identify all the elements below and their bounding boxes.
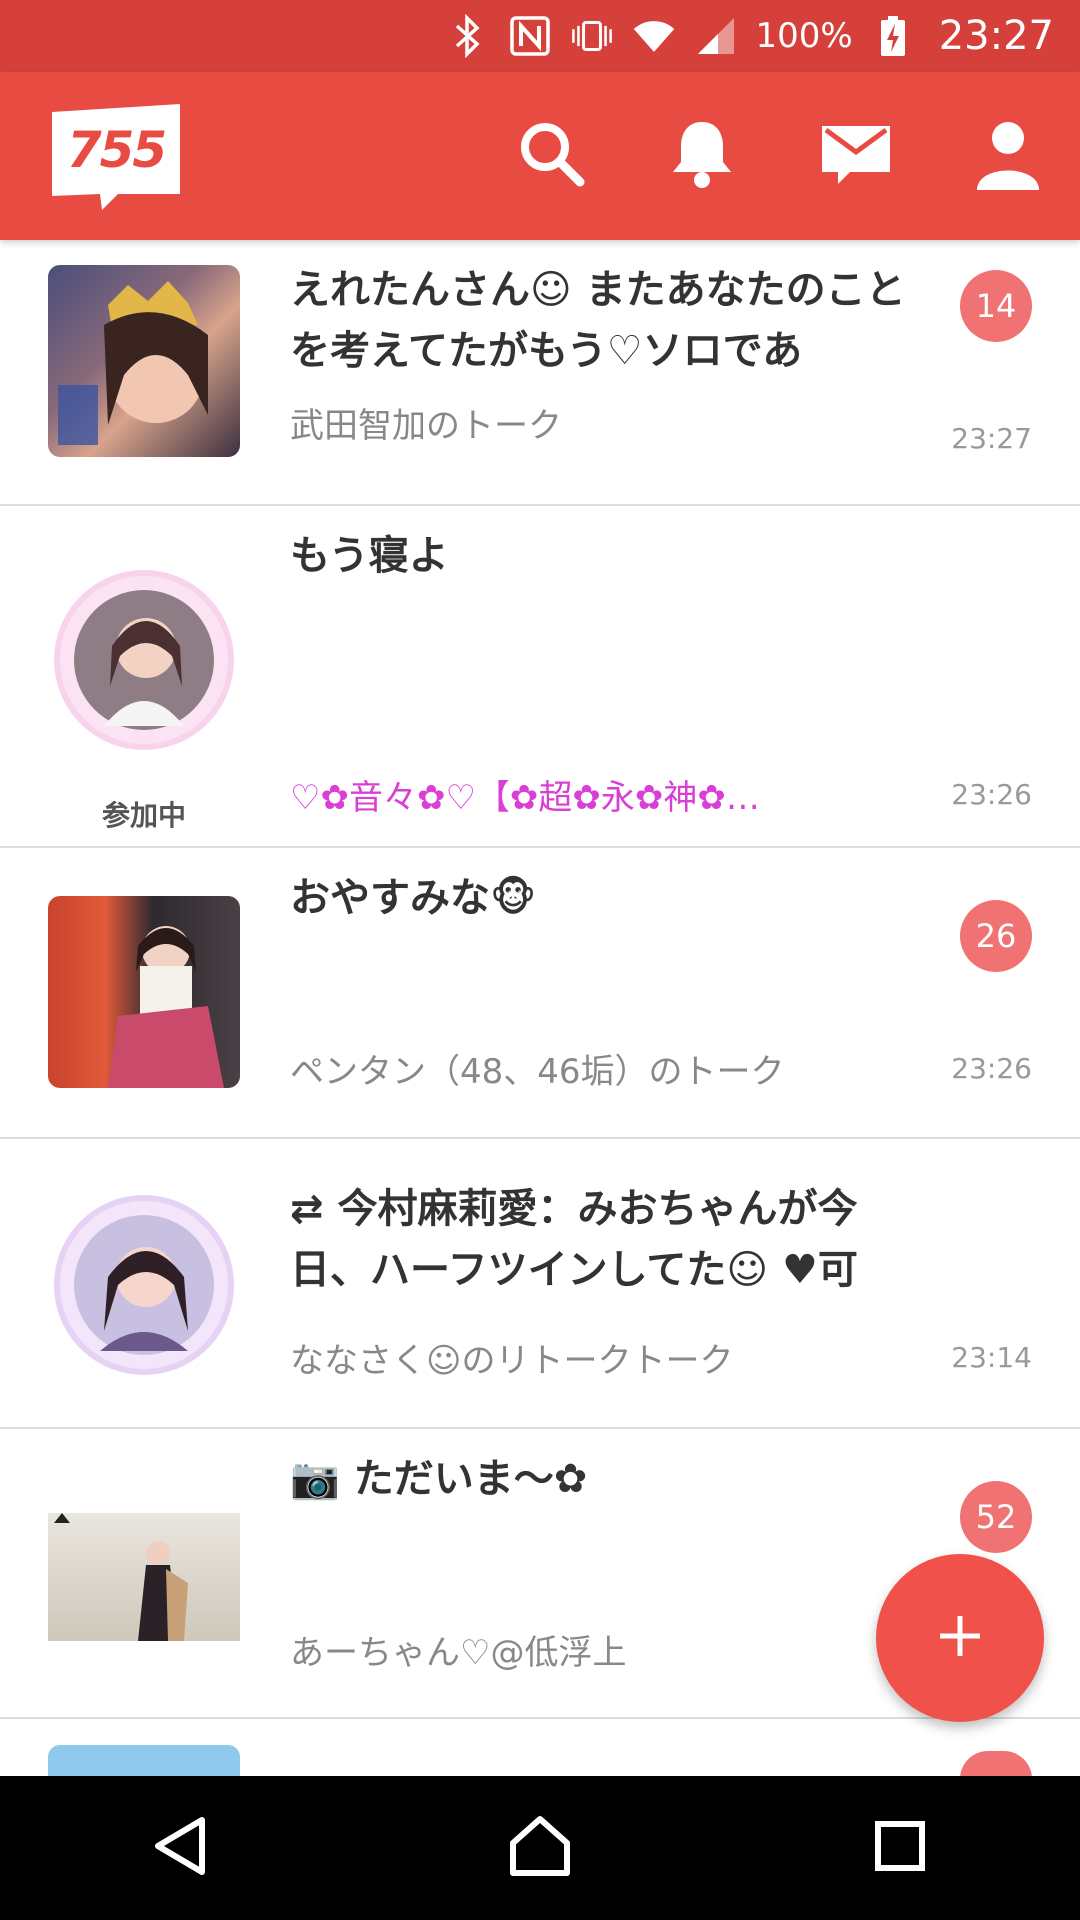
talk-subtitle: あーちゃん♡@低浮上 <box>290 1633 627 1673</box>
talk-thumbnail <box>48 1513 240 1641</box>
talk-title: ⇄ 今村麻莉愛：みおちゃんが今日、ハーフツインしてた☺ ♥可 <box>290 1186 858 1293</box>
talk-subtitle: 武田智加のトーク <box>290 406 562 446</box>
logo-text: 755 <box>66 121 167 179</box>
home-icon <box>509 1815 571 1881</box>
talk-thumbnail <box>48 1745 240 1779</box>
talk-thumbnail <box>48 265 240 457</box>
status-clock: 23:27 <box>938 13 1054 59</box>
profile-button[interactable] <box>968 116 1048 196</box>
talk-title: おやすみな🐵 <box>290 875 537 921</box>
system-nav-bar <box>0 1776 1080 1920</box>
back-icon <box>152 1816 208 1880</box>
battery-percent: 100% <box>755 16 853 56</box>
talk-title: えれたんさん☺ またあなたのことを考えてたがもう♡ソロであ <box>290 267 906 374</box>
unread-badge: 14 <box>960 270 1032 342</box>
home-button[interactable] <box>490 1798 590 1898</box>
vibrate-icon <box>570 14 614 58</box>
signal-icon <box>694 14 738 58</box>
status-bar: 100% 23:27 <box>0 0 1080 72</box>
mail-icon <box>820 122 892 190</box>
unread-badge: 52 <box>960 1481 1032 1553</box>
talk-subtitle: ななさく☺のリトークトーク <box>290 1341 734 1381</box>
list-item[interactable]: ⇄ 今村麻莉愛：みおちゃんが今日、ハーフツインしてた☺ ♥可 ななさく☺のリトー… <box>0 1139 1080 1429</box>
battery-charging-icon <box>871 14 915 58</box>
nfc-icon <box>508 14 552 58</box>
search-button[interactable] <box>512 116 592 196</box>
unread-badge <box>960 1751 1032 1779</box>
list-item[interactable]: おやすみな🐵 ペンタン（48、46垢）のトーク 26 23:26 <box>0 848 1080 1139</box>
talk-subtitle: ♡✿音々✿♡【✿超✿永✿神✿… <box>290 778 760 818</box>
talk-time: 23:14 <box>951 1341 1032 1374</box>
messages-button[interactable] <box>816 116 896 196</box>
talk-subtitle: ペンタン（48、46垢）のトーク <box>290 1052 785 1092</box>
wifi-icon <box>632 14 676 58</box>
profile-icon <box>973 118 1043 194</box>
back-button[interactable] <box>130 1798 230 1898</box>
app-logo[interactable]: 755 <box>48 104 184 212</box>
talk-time: 23:26 <box>951 778 1032 811</box>
plus-icon <box>938 1614 982 1662</box>
recents-icon <box>874 1820 926 1876</box>
talk-title: 📷 ただいま〜✿ <box>290 1456 588 1502</box>
talk-time: 23:27 <box>951 422 1032 455</box>
list-item[interactable]: えれたんさん☺ またあなたのことを考えてたがもう♡ソロであ 武田智加のトーク 1… <box>0 240 1080 506</box>
list-item[interactable]: 参加中 もう寝よ ♡✿音々✿♡【✿超✿永✿神✿… 23:26 <box>0 506 1080 848</box>
search-icon <box>517 119 587 193</box>
talk-thumbnail <box>54 1195 234 1375</box>
talk-time: 23:26 <box>951 1052 1032 1085</box>
unread-badge: 26 <box>960 900 1032 972</box>
list-item[interactable] <box>0 1719 1080 1779</box>
new-talk-button[interactable] <box>876 1554 1044 1722</box>
talk-thumbnail <box>54 570 234 750</box>
bluetooth-icon <box>446 14 490 58</box>
joining-label: 参加中 <box>101 799 186 832</box>
notifications-button[interactable] <box>662 116 742 196</box>
recents-button[interactable] <box>850 1798 950 1898</box>
app-bar: 755 <box>0 72 1080 240</box>
talk-title: もう寝よ <box>290 533 449 579</box>
talk-thumbnail <box>48 896 240 1088</box>
bell-icon <box>669 118 735 194</box>
